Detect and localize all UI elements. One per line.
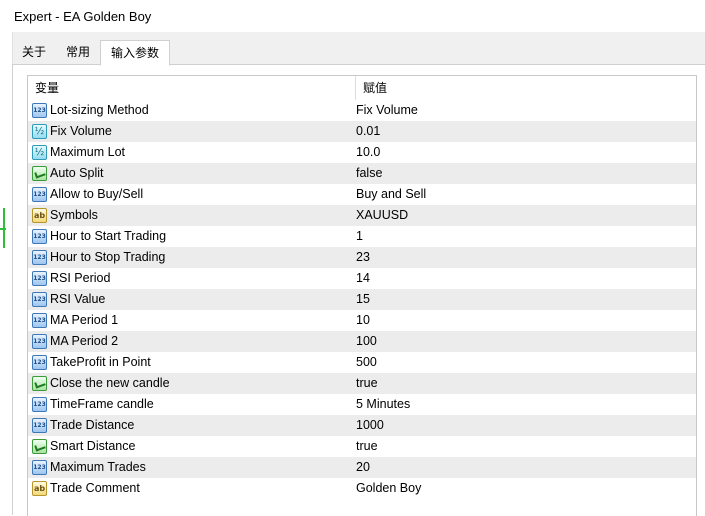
parameter-value[interactable]: 500: [356, 352, 377, 373]
parameter-row[interactable]: Lot-sizing Method Fix Volume: [28, 100, 696, 121]
chart-line-fragment: [0, 228, 6, 230]
parameter-value[interactable]: 20: [356, 457, 370, 478]
parameter-name: Smart Distance: [50, 439, 136, 453]
parameter-value[interactable]: Fix Volume: [356, 100, 418, 121]
parameter-row[interactable]: Hour to Stop Trading 23: [28, 247, 696, 268]
parameter-value[interactable]: 1: [356, 226, 363, 247]
tab-inputs[interactable]: 输入参数: [100, 40, 171, 66]
tab-common[interactable]: 常用: [56, 40, 100, 64]
parameter-name: Auto Split: [50, 166, 104, 180]
parameter-name: Close the new candle: [50, 376, 170, 390]
boolean-icon: [32, 439, 47, 454]
input-parameters-grid: 变量 赋值 Lot-sizing MethodFix VolumeFix Vol…: [27, 75, 697, 516]
string-icon: [32, 208, 47, 223]
integer-icon: [32, 334, 47, 349]
integer-icon: [32, 397, 47, 412]
tab-content-panel: 变量 赋值 Lot-sizing MethodFix VolumeFix Vol…: [12, 64, 705, 516]
column-header-variable[interactable]: 变量: [28, 76, 356, 100]
parameter-name: Maximum Trades: [50, 460, 146, 474]
parameter-row[interactable]: Maximum Trades 20: [28, 457, 696, 478]
parameter-row[interactable]: Symbols XAUUSD: [28, 205, 696, 226]
integer-icon: [32, 460, 47, 475]
parameter-name: RSI Period: [50, 271, 111, 285]
parameter-row[interactable]: TakeProfit in Point 500: [28, 352, 696, 373]
window-title: Expert - EA Golden Boy: [14, 9, 152, 24]
parameter-name: MA Period 2: [50, 334, 119, 348]
parameter-value[interactable]: true: [356, 373, 378, 394]
title-bar: Expert - EA Golden Boy: [0, 0, 705, 32]
parameter-name: TakeProfit in Point: [50, 355, 151, 369]
parameter-row[interactable]: Allow to Buy/Sell Buy and Sell: [28, 184, 696, 205]
parameter-name: Symbols: [50, 208, 98, 222]
integer-icon: [32, 187, 47, 202]
integer-icon: [32, 271, 47, 286]
boolean-icon: [32, 166, 47, 181]
parameter-row[interactable]: TimeFrame candle 5 Minutes: [28, 394, 696, 415]
parameter-value[interactable]: true: [356, 436, 378, 457]
parameter-name: Fix Volume: [50, 124, 112, 138]
parameter-value[interactable]: 0.01: [356, 121, 380, 142]
parameter-value[interactable]: 15: [356, 289, 370, 310]
double-icon: [32, 145, 47, 160]
parameter-value[interactable]: 5 Minutes: [356, 394, 410, 415]
parameter-value[interactable]: Golden Boy: [356, 478, 421, 499]
parameter-row[interactable]: RSI Value 15: [28, 289, 696, 310]
parameter-name: Lot-sizing Method: [50, 103, 149, 117]
grid-rows: Lot-sizing MethodFix VolumeFix Volume0.0…: [28, 100, 696, 499]
integer-icon: [32, 355, 47, 370]
integer-icon: [32, 250, 47, 265]
parameter-value[interactable]: 23: [356, 247, 370, 268]
parameter-row[interactable]: Fix Volume 0.01: [28, 121, 696, 142]
parameter-name: Hour to Stop Trading: [50, 250, 166, 264]
parameter-row[interactable]: Smart Distance true: [28, 436, 696, 457]
parameter-value[interactable]: 10: [356, 310, 370, 331]
grid-header: 变量 赋值: [28, 76, 696, 100]
boolean-icon: [32, 376, 47, 391]
parameter-row[interactable]: Close the new candle true: [28, 373, 696, 394]
parameter-value[interactable]: 10.0: [356, 142, 380, 163]
integer-icon: [32, 418, 47, 433]
column-header-value[interactable]: 赋值: [356, 76, 663, 100]
parameter-row[interactable]: RSI Period 14: [28, 268, 696, 289]
tab-bar: 关于 常用 输入参数: [12, 40, 171, 66]
parameter-name: Maximum Lot: [50, 145, 126, 159]
parameter-row[interactable]: Trade Comment Golden Boy: [28, 478, 696, 499]
integer-icon: [32, 229, 47, 244]
parameter-name: MA Period 1: [50, 313, 119, 327]
parameter-row[interactable]: Hour to Start Trading 1: [28, 226, 696, 247]
parameter-row[interactable]: Trade Distance 1000: [28, 415, 696, 436]
parameter-name: TimeFrame candle: [50, 397, 154, 411]
parameter-value[interactable]: XAUUSD: [356, 205, 408, 226]
integer-icon: [32, 292, 47, 307]
parameter-name: RSI Value: [50, 292, 106, 306]
expert-properties-window: Expert - EA Golden Boy 关于 常用 输入参数 变量 赋值 …: [0, 0, 705, 516]
parameter-value[interactable]: 1000: [356, 415, 384, 436]
parameter-value[interactable]: 100: [356, 331, 377, 352]
parameter-row[interactable]: MA Period 2 100: [28, 331, 696, 352]
parameter-row[interactable]: MA Period 1 10: [28, 310, 696, 331]
parameter-name: Hour to Start Trading: [50, 229, 167, 243]
parameter-row[interactable]: Auto Split false: [28, 163, 696, 184]
integer-icon: [32, 103, 47, 118]
double-icon: [32, 124, 47, 139]
integer-icon: [32, 313, 47, 328]
parameter-name: Trade Comment: [50, 481, 140, 495]
parameter-value[interactable]: Buy and Sell: [356, 184, 426, 205]
parameter-value[interactable]: 14: [356, 268, 370, 289]
parameter-name: Trade Distance: [50, 418, 135, 432]
parameter-name: Allow to Buy/Sell: [50, 187, 144, 201]
parameter-value[interactable]: false: [356, 163, 382, 184]
string-icon: [32, 481, 47, 496]
parameter-row[interactable]: Maximum Lot 10.0: [28, 142, 696, 163]
tab-about[interactable]: 关于: [12, 40, 56, 64]
